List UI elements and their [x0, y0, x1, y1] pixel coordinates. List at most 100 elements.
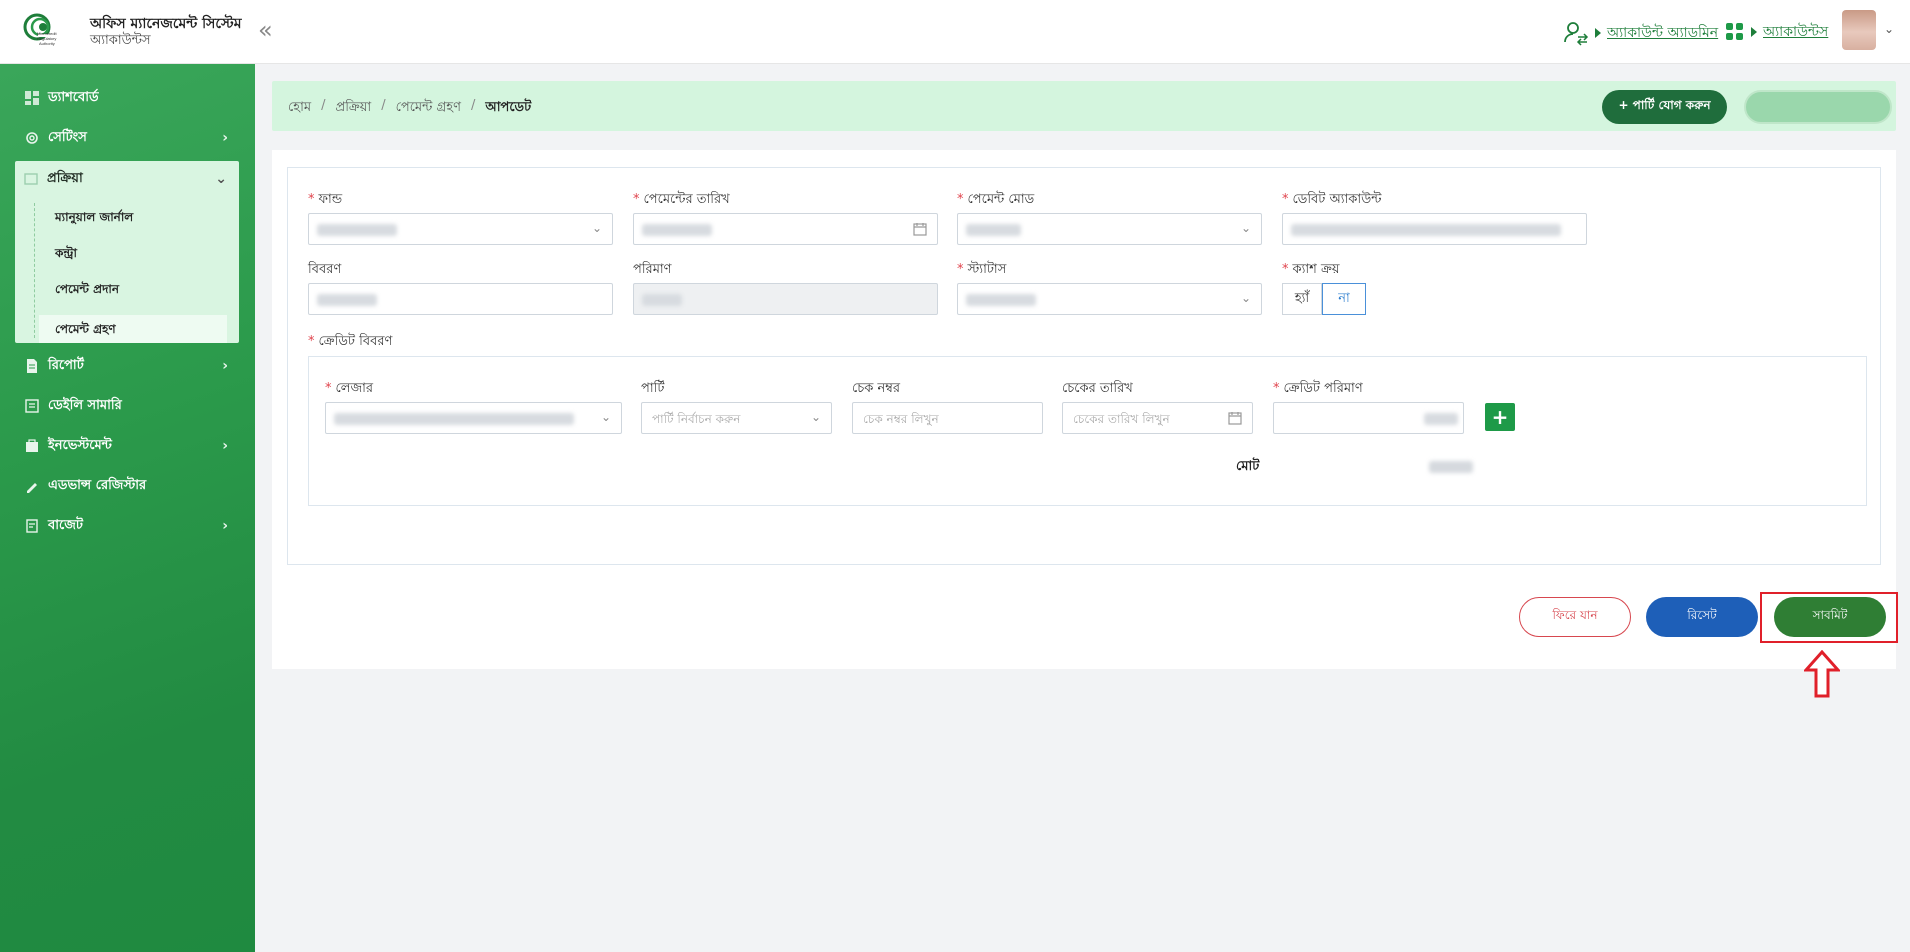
caret-right-icon [1751, 27, 1757, 37]
gear-icon [24, 130, 40, 146]
module-link[interactable]: অ্যাকাউন্টস [1763, 20, 1828, 44]
payment-date-input[interactable] [633, 213, 938, 245]
investment-icon [24, 438, 40, 454]
sidebar-item-investment[interactable]: ইনভেস্টমেন্ট › [16, 428, 238, 464]
ledger-label: * লেজার [325, 381, 374, 396]
cash-yes-option[interactable]: হ্যাঁ [1282, 283, 1322, 315]
debit-account-select[interactable] [1282, 213, 1587, 245]
breadcrumb-separator: / [470, 98, 476, 113]
form-inner-panel: * ফান্ড ⌄ * পেমেন্টের তারিখ * পেমেন্ট মোড ⌄… [287, 167, 1881, 565]
sidebar-item-advance-register[interactable]: এডভান্স রেজিস্টার [16, 468, 238, 504]
breadcrumb-home[interactable]: হোম [288, 98, 311, 119]
dashboard-icon [24, 90, 40, 106]
payment-mode-select[interactable]: ⌄ [957, 213, 1262, 245]
role-switcher[interactable]: অ্যাকাউন্ট অ্যাডমিন [1563, 20, 1718, 46]
payment-mode-label: * পেমেন্ট মোড [957, 192, 1035, 207]
cheque-number-input[interactable]: চেক নম্বর লিখুন [852, 402, 1043, 434]
party-label: পার্টি [641, 381, 665, 396]
total-value [1429, 461, 1473, 473]
chevron-right-icon: › [222, 518, 228, 534]
cheque-number-label: চেক নম্বর [852, 381, 901, 396]
cheque-number-placeholder: চেক নম্বর লিখুন [863, 412, 939, 426]
cash-purchase-label: * ক্যাশ ক্রয় [1282, 262, 1340, 277]
add-credit-row-button[interactable]: + [1485, 403, 1515, 431]
top-header: Microcredit Regulatory Authority অফিস ম্… [0, 0, 1910, 64]
chevron-down-icon: ⌄ [215, 171, 227, 187]
sidebar-item-process[interactable]: প্রক্রিয়া ⌄ [15, 161, 237, 197]
chevron-right-icon: › [222, 358, 228, 374]
sidebar-item-dashboard[interactable]: ড্যাশবোর্ড [16, 80, 238, 116]
logo-icon: Microcredit Regulatory Authority [23, 13, 66, 46]
blurred-value [334, 413, 574, 425]
breadcrumb: হোম / প্রক্রিয়া / পেমেন্ট গ্রহণ / আপডেট [288, 98, 531, 119]
blurred-value [317, 294, 377, 306]
grid-icon [1726, 23, 1743, 40]
sidebar-item-label: ইনভেস্টমেন্ট [48, 437, 112, 453]
sidebar-item-label: ড্যাশবোর্ড [48, 89, 99, 105]
sidebar-subitem-manual-journal[interactable]: ম্যানুয়াল জার্নাল [55, 209, 133, 229]
summary-icon [24, 398, 40, 414]
sidebar-item-label: ডেইলি সামারি [48, 397, 122, 413]
credit-amount-label: * ক্রেডিট পরিমাণ [1273, 381, 1363, 396]
sidebar-item-settings[interactable]: সেটিংস › [16, 120, 238, 156]
sidebar-item-label: রিপোর্ট [48, 357, 84, 373]
back-button[interactable]: ফিরে যান [1519, 597, 1631, 637]
status-select[interactable]: ⌄ [957, 283, 1262, 315]
cheque-date-input[interactable]: চেকের তারিখ লিখুন [1062, 402, 1253, 434]
add-party-button[interactable]: + পার্টি যোগ করুন [1602, 90, 1727, 124]
cash-purchase-toggle: হ্যাঁ না [1282, 283, 1366, 315]
role-admin-link[interactable]: অ্যাকাউন্ট অ্যাডমিন [1607, 21, 1718, 45]
breadcrumb-process[interactable]: প্রক্রিয়া [335, 98, 371, 119]
sidebar-item-label: এডভান্স রেজিস্টার [48, 477, 147, 493]
reset-button[interactable]: রিসেট [1646, 597, 1758, 637]
blurred-value [966, 294, 1036, 306]
sidebar-subitem-contra[interactable]: কন্ট্রা [55, 245, 77, 265]
cheque-date-placeholder: চেকের তারিখ লিখুন [1073, 412, 1170, 426]
credit-amount-input[interactable] [1273, 402, 1464, 434]
sidebar-item-report[interactable]: রিপোর্ট › [16, 348, 238, 384]
calendar-icon [1228, 412, 1242, 425]
chevron-down-icon: ⌄ [600, 410, 611, 424]
blurred-value [642, 224, 712, 236]
payment-date-label: * পেমেন্টের তারিখ [633, 192, 730, 207]
register-icon [24, 478, 40, 494]
app-subtitle: অ্যাকাউন্টস [90, 33, 151, 48]
breadcrumb-bar: হোম / প্রক্রিয়া / পেমেন্ট গ্রহণ / আপডেট… [272, 81, 1896, 131]
blurred-value [966, 224, 1021, 236]
blurred-value [317, 224, 397, 236]
document-icon [24, 358, 40, 374]
cash-no-option[interactable]: না [1322, 283, 1366, 315]
arrow-up-icon [1804, 650, 1840, 698]
collapse-sidebar-button[interactable]: « [258, 16, 273, 44]
amount-label: পরিমাণ [633, 262, 672, 277]
party-select[interactable]: পার্টি নির্বাচন করুন ⌄ [641, 402, 832, 434]
chevron-down-icon: ⌄ [1240, 221, 1251, 235]
sidebar-item-daily-summary[interactable]: ডেইলি সামারি [16, 388, 238, 424]
sidebar-subitem-payment-give[interactable]: পেমেন্ট প্রদান [55, 281, 119, 301]
total-label: মোট [1236, 459, 1260, 474]
chevron-down-icon[interactable]: ⌄ [1884, 22, 1894, 36]
sidebar-item-budget[interactable]: বাজেট › [16, 508, 238, 544]
chevron-down-icon: ⌄ [591, 221, 602, 235]
fund-select[interactable]: ⌄ [308, 213, 613, 245]
chevron-right-icon: › [222, 438, 228, 454]
description-input[interactable] [308, 283, 613, 315]
calendar-icon [913, 223, 927, 236]
avatar[interactable] [1842, 10, 1876, 50]
chevron-down-icon: ⌄ [810, 410, 821, 424]
sidebar-subitem-payment-receive[interactable]: পেমেন্ট গ্রহণ [55, 321, 116, 341]
svg-text:Authority: Authority [39, 41, 55, 46]
blurred-action-button[interactable] [1744, 90, 1892, 124]
ledger-select[interactable]: ⌄ [325, 402, 622, 434]
breadcrumb-current: আপডেট [485, 100, 532, 115]
breadcrumb-separator: / [321, 98, 326, 113]
credit-details-label: * ক্রেডিট বিবরণ [308, 334, 393, 349]
sidebar-group-process: প্রক্রিয়া ⌄ ম্যানুয়াল জার্নাল কন্ট্রা … [15, 161, 239, 343]
submenu-divider [34, 203, 35, 338]
module-switcher[interactable]: অ্যাকাউন্টস [1725, 20, 1828, 44]
description-label: বিবরণ [308, 262, 342, 277]
amount-input [633, 283, 938, 315]
blurred-value [642, 294, 682, 306]
breadcrumb-payment-receive[interactable]: পেমেন্ট গ্রহণ [396, 98, 461, 119]
party-placeholder: পার্টি নির্বাচন করুন [652, 412, 741, 426]
